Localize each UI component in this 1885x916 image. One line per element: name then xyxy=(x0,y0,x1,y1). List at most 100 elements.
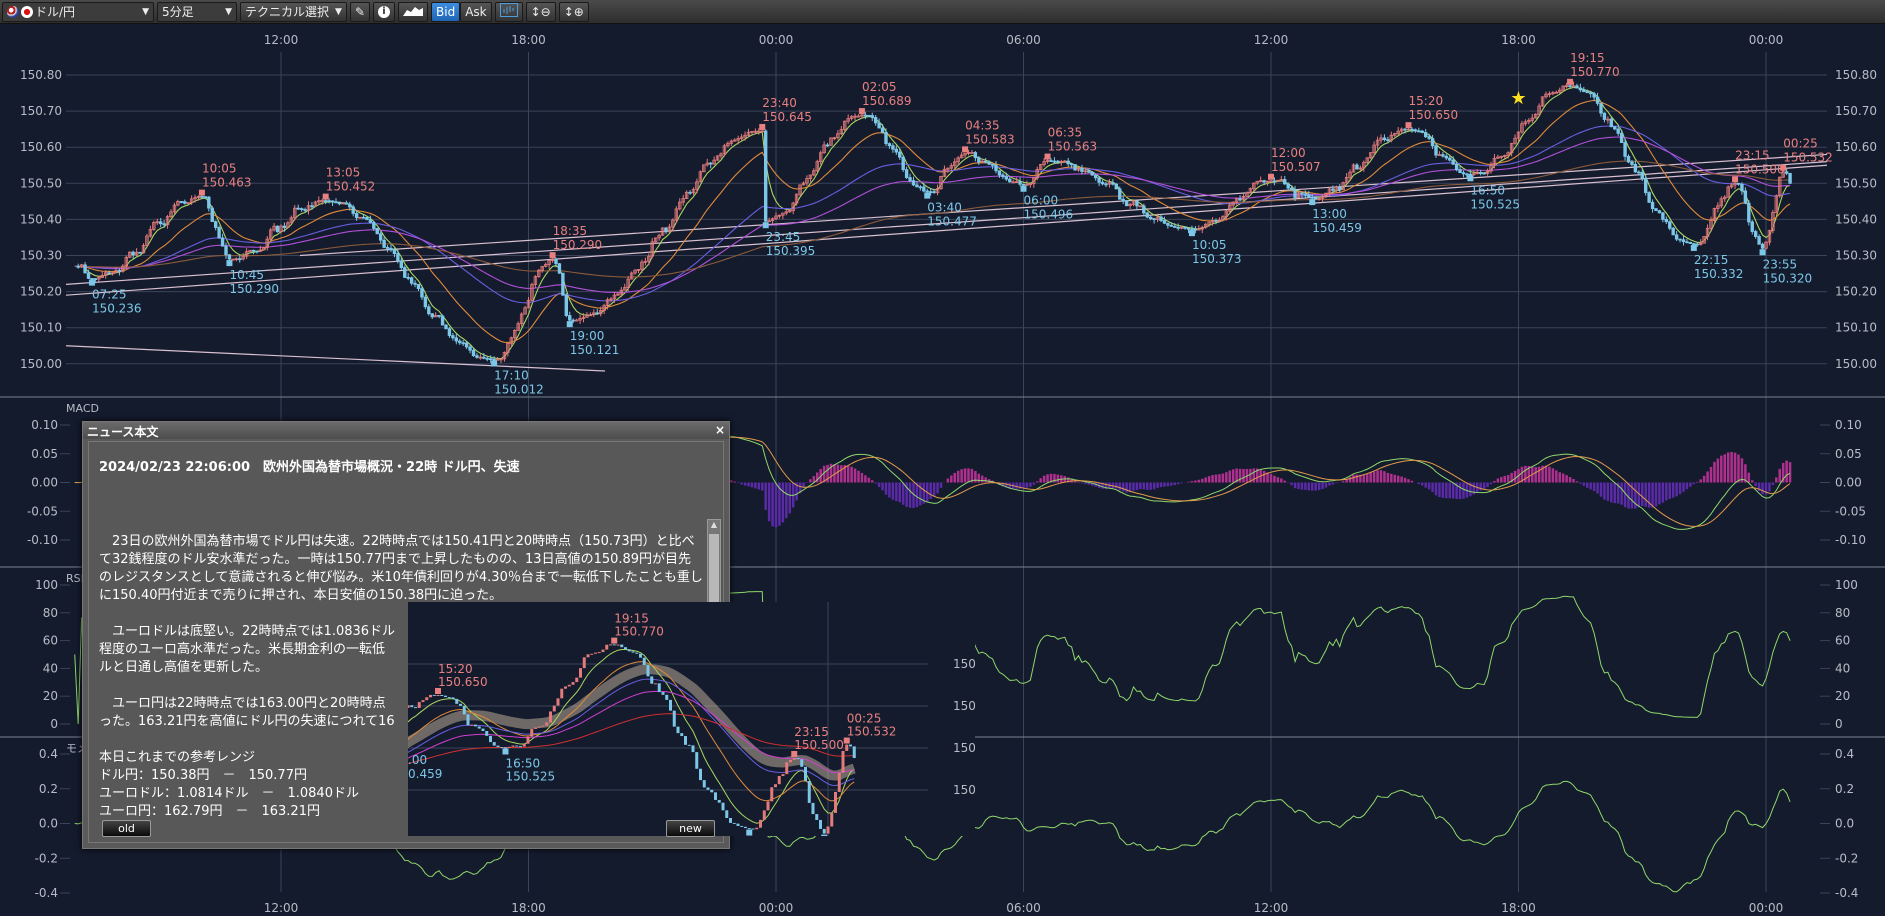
candle-body xyxy=(1616,128,1620,134)
candle-body xyxy=(403,267,407,278)
old-button[interactable]: old xyxy=(102,820,151,837)
scroll-up-icon[interactable]: ▲ xyxy=(708,520,720,529)
bid-toggle[interactable]: Bid xyxy=(431,1,461,22)
candle-body xyxy=(375,228,379,235)
candle-body xyxy=(1124,200,1129,207)
candle-body xyxy=(1049,160,1053,162)
low-price-label: 150.012 xyxy=(494,382,544,396)
high-price-label: 150.290 xyxy=(553,238,603,252)
close-icon[interactable]: × xyxy=(715,423,725,438)
panel-tick-left: -0.2 xyxy=(35,851,58,865)
panel-tick-left: 0 xyxy=(50,717,58,731)
us-flag-icon xyxy=(7,5,19,18)
draw-tool-button[interactable]: ✎ xyxy=(349,1,370,22)
high-time-label: 23:15 xyxy=(1735,148,1770,162)
time-tick-top: 00:00 xyxy=(1749,33,1784,47)
candle-body xyxy=(440,315,445,326)
candle-body xyxy=(217,227,221,239)
candle-body xyxy=(904,169,909,178)
candle-body xyxy=(574,319,579,322)
candle-body xyxy=(911,180,916,186)
candle-body xyxy=(323,200,328,202)
vertical-zoom-in-button[interactable]: ↕⊕ xyxy=(558,1,589,22)
candle-body xyxy=(416,283,421,290)
candle-body xyxy=(93,278,98,281)
thumb-candle xyxy=(710,789,714,793)
price-tick-left: 150.30 xyxy=(20,249,62,263)
new-button[interactable]: new xyxy=(666,820,715,837)
low-price-label: 150.477 xyxy=(927,215,977,229)
candle-body xyxy=(1262,180,1266,183)
thumb-candle xyxy=(459,703,462,706)
ask-toggle[interactable]: Ask xyxy=(460,1,492,22)
thumb-candle xyxy=(522,743,526,747)
candle-body xyxy=(1757,236,1761,245)
candle-body xyxy=(997,170,1002,176)
candle-body xyxy=(1087,170,1091,173)
candle-body xyxy=(1637,171,1641,174)
info-button[interactable]: i xyxy=(373,1,395,22)
candle-body xyxy=(1657,210,1662,214)
candle-body xyxy=(1162,220,1167,224)
price-tick-right: 150.80 xyxy=(1835,68,1877,82)
thumb-candle xyxy=(500,747,504,749)
candle-body xyxy=(207,196,211,209)
panel-tick-right: 0.00 xyxy=(1835,476,1862,490)
panel-tick-right: 0.10 xyxy=(1835,418,1862,432)
vertical-zoom-in-icon: ↕⊕ xyxy=(563,4,584,19)
high-price-label: 150.650 xyxy=(1409,108,1459,122)
time-tick-bottom: 06:00 xyxy=(1006,901,1041,915)
chart-style-button[interactable] xyxy=(494,1,523,22)
thumb-candle xyxy=(669,699,672,711)
high-marker xyxy=(759,123,766,130)
thumb-candle xyxy=(590,653,594,655)
timeframe-select[interactable]: 5分足 ▼ xyxy=(157,1,237,22)
candle-body xyxy=(1118,188,1122,200)
chevron-down-icon: ▼ xyxy=(335,6,342,17)
candle-body xyxy=(1090,171,1094,176)
candle-body xyxy=(1286,183,1290,189)
candle-body xyxy=(561,272,565,296)
chart-type-button[interactable] xyxy=(398,1,428,22)
panel-label: MACD xyxy=(66,402,99,415)
candle-body xyxy=(1747,202,1751,223)
candle-body xyxy=(354,213,359,219)
candle-body xyxy=(1104,183,1108,186)
price-tick-right: 150.00 xyxy=(1835,357,1877,371)
thumb-candle xyxy=(627,649,631,652)
thumb-candle xyxy=(830,812,834,827)
time-tick-bottom: 18:00 xyxy=(1501,901,1536,915)
candle-body xyxy=(1313,197,1318,200)
panel-tick-left: -0.05 xyxy=(27,504,58,518)
high-time-label: 00:25 xyxy=(1783,137,1818,151)
candle-body xyxy=(471,349,476,357)
thumb-candle xyxy=(691,745,695,753)
candle-body xyxy=(1647,192,1651,203)
low-time-label: 23:45 xyxy=(766,230,801,244)
currency-pair-label: ドル/円 xyxy=(35,5,76,19)
candle-body xyxy=(296,207,300,210)
candle-body xyxy=(901,156,905,171)
candle-body xyxy=(423,296,428,308)
candle-body xyxy=(918,186,923,189)
vertical-zoom-out-button[interactable]: ↕⊖ xyxy=(525,1,556,22)
high-marker xyxy=(1044,153,1051,160)
candle-body xyxy=(1135,200,1139,207)
technical-select-button[interactable]: テクニカル選択 ▼ xyxy=(240,1,347,22)
candle-body xyxy=(1602,112,1607,120)
candle-body xyxy=(664,227,668,233)
thumb-candle xyxy=(466,714,470,726)
candle-body xyxy=(420,288,424,298)
low-time-label: 06:00 xyxy=(1024,194,1059,208)
thumb-candle xyxy=(672,710,676,727)
time-tick-bottom: 18:00 xyxy=(511,901,546,915)
candle-body xyxy=(330,200,335,203)
candle-body xyxy=(1609,118,1614,128)
news-dialog-titlebar[interactable]: ニュース本文 × xyxy=(83,422,729,439)
price-tick-right: 150.60 xyxy=(1835,140,1877,154)
thumb-price-label: 150.770 xyxy=(614,625,664,639)
thumb-candle xyxy=(492,742,496,746)
currency-pair-select[interactable]: ドル/円 ▼ xyxy=(2,1,154,22)
low-time-label: 23:55 xyxy=(1763,257,1798,271)
candle-body xyxy=(468,346,472,351)
